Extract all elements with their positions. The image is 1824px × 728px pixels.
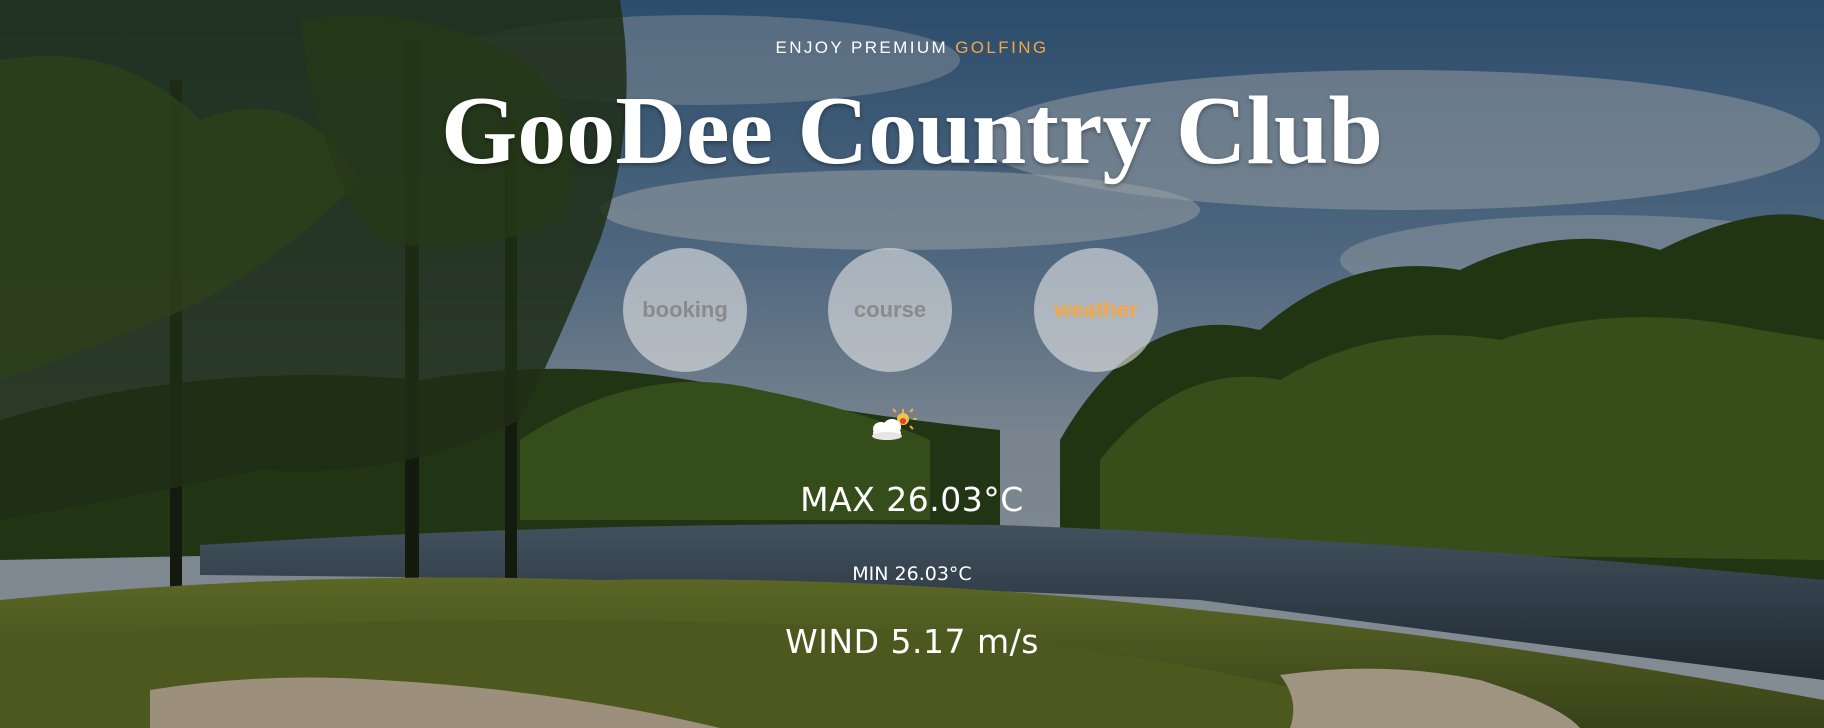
tagline: ENJOY PREMIUM GOLFING (0, 38, 1824, 58)
nav-weather-button[interactable]: weather (1034, 248, 1158, 372)
tagline-prefix: ENJOY PREMIUM (775, 38, 949, 57)
tagline-accent: GOLFING (955, 38, 1049, 57)
cloud-sun-icon (867, 408, 919, 442)
nav-course-button[interactable]: course (828, 248, 952, 372)
hero: ENJOY PREMIUM GOLFING GooDee Country Clu… (0, 0, 1824, 728)
max-temperature: MAX 26.03°C (800, 480, 1024, 519)
nav-booking-button[interactable]: booking (623, 248, 747, 372)
min-temperature: MIN 26.03°C (852, 563, 972, 585)
page-title: GooDee Country Club (441, 77, 1383, 185)
wind-speed: WIND 5.17 m/s (785, 622, 1039, 661)
